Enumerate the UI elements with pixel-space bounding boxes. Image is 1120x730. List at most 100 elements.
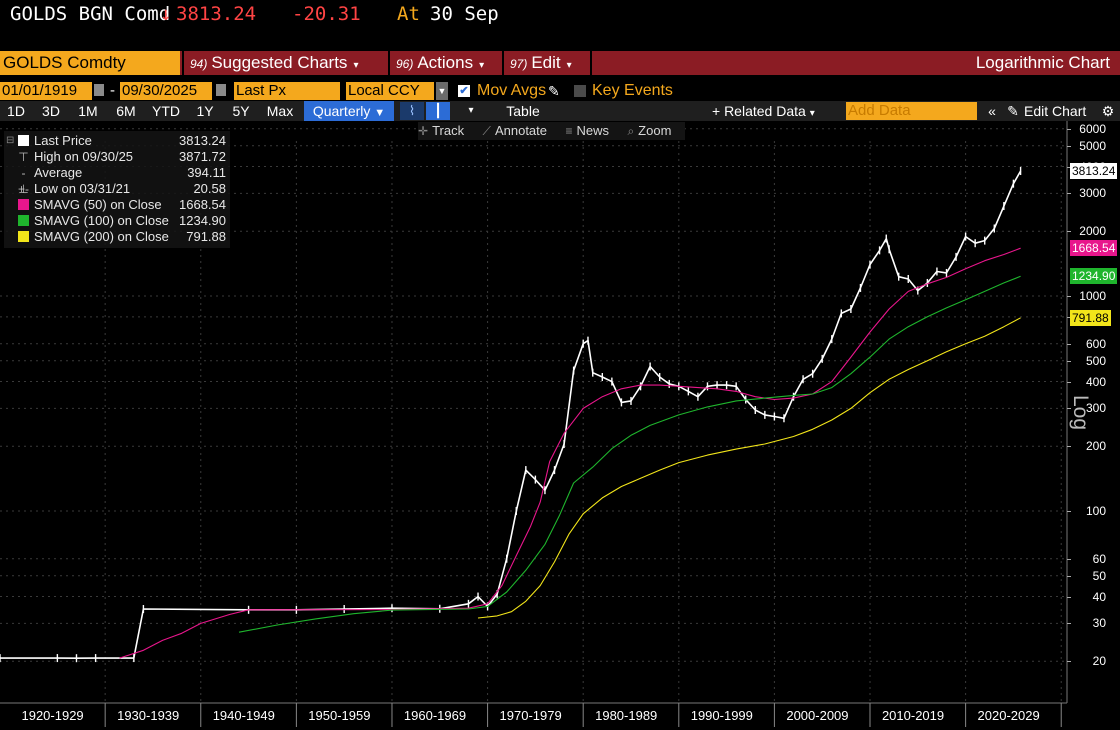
gear-icon[interactable]: ⚙	[1098, 101, 1118, 121]
y-tick-label: 20	[1092, 654, 1106, 669]
function-bar: GOLDS Comdty 94) Suggested Charts ▾ 96) Act…	[0, 51, 1120, 75]
security-field[interactable]: GOLDS Comdty	[0, 51, 180, 75]
chart-style-dropdown-icon[interactable]: ▾	[462, 101, 480, 121]
period-max[interactable]: Max	[260, 101, 300, 121]
legend-row-last-price[interactable]: ⊟ Last Price 3813.24	[4, 133, 230, 149]
legend-row-smavg-50[interactable]: SMAVG (50) on Close 1668.54	[4, 197, 230, 213]
y-tick-label: 600	[1085, 336, 1106, 351]
legend-value: 1668.54	[179, 197, 226, 212]
x-tick-label: 2020-2029	[977, 708, 1040, 723]
legend-row-smavg-200[interactable]: SMAVG (200) on Close 791.88	[4, 229, 230, 245]
chart-legend[interactable]: ⊟ Last Price 3813.24 ⊤ High on 09/30/25 …	[4, 131, 230, 248]
end-date-field[interactable]: 09/30/2025	[120, 82, 212, 100]
down-arrow-icon: ↓	[160, 3, 172, 25]
period-1m[interactable]: 1M	[70, 101, 106, 121]
collapse-icon[interactable]: ⊟	[6, 133, 14, 149]
chart-type-title: Logarithmic Chart	[975, 53, 1110, 72]
table-button[interactable]: Table	[490, 101, 556, 121]
edit-chart-button[interactable]: Edit Chart	[1024, 101, 1096, 121]
y-tick-mark	[1067, 145, 1071, 147]
legend-name: SMAVG (50) on Close	[34, 197, 162, 212]
divider	[590, 51, 592, 75]
y-tick-label: 3000	[1079, 186, 1106, 201]
caret-down-icon: ▾	[479, 60, 485, 71]
y-tick-label: 60	[1092, 551, 1106, 566]
start-date-field[interactable]: 01/01/1919	[0, 82, 92, 100]
calendar-icon[interactable]	[94, 84, 104, 96]
y-tick-label: 1000	[1079, 289, 1106, 303]
y-tick-label: 2000	[1079, 224, 1106, 239]
series-line-smavg-200	[477, 317, 1021, 619]
legend-value: 3871.72	[179, 149, 226, 164]
legend-value: 3813.24	[179, 133, 226, 148]
related-data-button[interactable]: + Related Data ▾	[712, 101, 832, 121]
period-5y[interactable]: 5Y	[224, 101, 258, 121]
smavg-100-swatch	[18, 215, 29, 226]
related-data-label: + Related Data	[712, 103, 806, 119]
ticker-at-label: At	[397, 3, 420, 25]
ticker-symbol: GOLDS BGN Comd	[10, 3, 171, 25]
field-selector[interactable]: Last Px	[234, 82, 340, 100]
calendar-icon[interactable]	[216, 84, 226, 96]
period-1y[interactable]: 1Y	[188, 101, 222, 121]
date-dash: -	[110, 82, 115, 99]
pencil-icon[interactable]: ✎	[548, 83, 560, 100]
suggested-label: Suggested Charts	[211, 53, 348, 72]
y-tick-label: 30	[1092, 616, 1106, 631]
period-6m[interactable]: 6M	[108, 101, 144, 121]
value-tag: 1668.54	[1070, 240, 1118, 257]
x-tick-label: 1950-1959	[308, 708, 371, 723]
series-line-smavg-100	[238, 275, 1021, 633]
y-tick-mark	[1067, 231, 1071, 233]
edit-num: 97)	[510, 57, 528, 71]
legend-row-average: -+- Average 394.11	[4, 165, 230, 196]
chart-tools: ✛ Track ⟋ Annotate ≡ News ⌕ Zoom	[418, 122, 686, 140]
frequency-selector[interactable]: Quarterly ▼	[304, 101, 394, 121]
y-tick-mark	[1067, 558, 1071, 560]
collapse-icon[interactable]: «	[982, 101, 1002, 121]
crosshair-icon: ✛	[418, 124, 429, 138]
mov-avgs-label[interactable]: Mov Avgs	[477, 82, 546, 100]
mov-avgs-checkbox[interactable]: ✔	[458, 85, 470, 97]
low-marker-icon: ⊥	[18, 182, 29, 196]
y-tick-label: 400	[1085, 374, 1106, 389]
add-data-input[interactable]: Add Data	[846, 102, 977, 120]
y-tick-mark	[1067, 446, 1071, 448]
legend-row-smavg-100[interactable]: SMAVG (100) on Close 1234.90	[4, 213, 230, 229]
legend-name: Low on 03/31/21	[34, 181, 131, 196]
high-marker-icon: ⊤	[18, 150, 29, 164]
x-tick-label: 1970-1979	[499, 708, 562, 723]
log-axis-label: Log	[1069, 395, 1092, 431]
y-tick-label: 6000	[1079, 121, 1106, 136]
ticker-price: 3813.24	[176, 3, 257, 25]
currency-selector[interactable]: Local CCY	[346, 82, 434, 100]
caret-down-icon: ▾	[809, 108, 815, 119]
actions-label: Actions	[417, 53, 474, 72]
y-tick-mark	[1067, 296, 1071, 297]
bar-chart-icon[interactable]: ┃	[426, 102, 450, 120]
key-events-checkbox[interactable]	[574, 85, 586, 97]
track-tool[interactable]: ✛ Track	[418, 122, 464, 140]
edit-button[interactable]: 97) Edit ▾	[502, 51, 590, 75]
caret-down-icon: ▼	[374, 107, 386, 119]
value-tag: 791.88	[1070, 309, 1111, 326]
key-events-label[interactable]: Key Events	[592, 82, 673, 100]
legend-value: 1234.90	[179, 213, 226, 228]
pencil-icon[interactable]: ✎	[1006, 101, 1020, 121]
suggested-charts-button[interactable]: 94) Suggested Charts ▾	[182, 51, 388, 75]
annotate-icon: ⟋	[482, 124, 491, 138]
news-tool[interactable]: ≡ News	[565, 122, 609, 140]
x-tick-label: 1980-1989	[595, 708, 658, 723]
x-tick-label: 1940-1949	[212, 708, 275, 723]
zoom-tool[interactable]: ⌕ Zoom	[627, 122, 671, 140]
period-3d[interactable]: 3D	[34, 101, 68, 121]
dropdown-arrow-icon[interactable]: ▼	[436, 82, 448, 100]
line-chart-icon[interactable]: ⌇	[400, 102, 424, 120]
legend-value: 791.88	[186, 229, 226, 244]
period-ytd[interactable]: YTD	[146, 101, 186, 121]
period-1d[interactable]: 1D	[0, 101, 32, 121]
actions-button[interactable]: 96) Actions ▾	[388, 51, 502, 75]
x-tick-label: 1930-1939	[117, 708, 180, 723]
annotate-tool[interactable]: ⟋ Annotate	[483, 122, 547, 140]
legend-name: SMAVG (100) on Close	[34, 213, 169, 228]
